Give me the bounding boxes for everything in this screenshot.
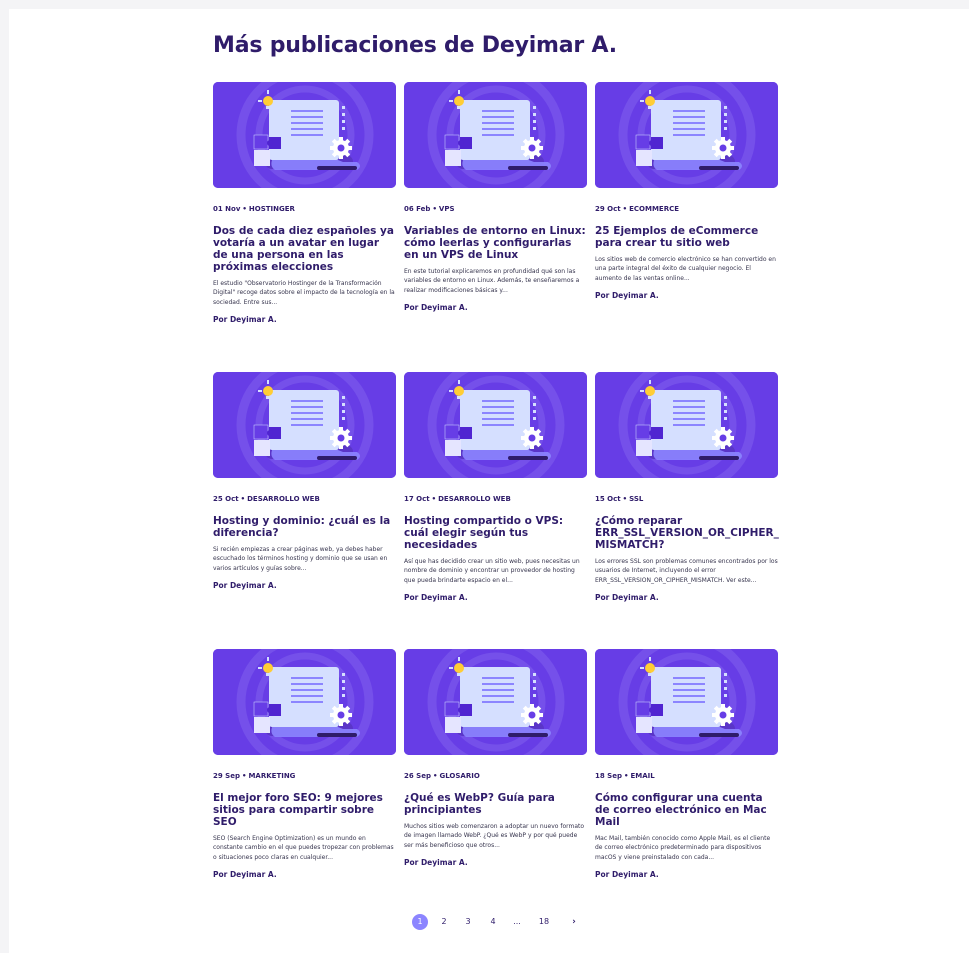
post-excerpt: Los sitios web de comercio electrónico s… <box>595 256 776 282</box>
post-meta: 29 Oct • ECOMMERCE <box>595 205 778 214</box>
post-card[interactable]: 18 Sep • EMAIL Cómo configurar una cuenta d… <box>595 649 778 879</box>
post-thumbnail[interactable] <box>213 372 396 478</box>
post-excerpt: Mac Mail, también conocido como Apple Ma… <box>595 835 771 861</box>
meta-separator: • <box>623 772 629 780</box>
post-category[interactable]: GLOSARIO <box>439 772 479 780</box>
post-author[interactable]: Por Deyimar A. <box>595 291 778 300</box>
post-author[interactable]: Por Deyimar A. <box>404 858 587 867</box>
post-illustration <box>213 82 396 188</box>
post-card[interactable]: 26 Sep • GLOSARIO ¿Qué es WebP? Guía para p… <box>404 649 587 867</box>
page-1-button[interactable]: 1 <box>412 914 428 930</box>
section-title: Más publicaciones de Deyimar A. <box>213 33 617 58</box>
page-4-button[interactable]: 4 <box>485 914 501 930</box>
post-excerpt: Los errores SSL son problemas comunes en… <box>595 558 778 584</box>
post-category[interactable]: DESARROLLO WEB <box>438 495 511 503</box>
post-excerpt: Así que has decidido crear un sitio web,… <box>404 558 580 584</box>
post-thumbnail[interactable] <box>595 372 778 478</box>
page-18-button[interactable]: 18 <box>534 914 554 930</box>
post-author[interactable]: Por Deyimar A. <box>213 581 396 590</box>
post-date: 06 Feb <box>404 205 431 213</box>
post-title[interactable]: Hosting y dominio: ¿cuál es la diferenci… <box>213 515 396 539</box>
post-author[interactable]: Por Deyimar A. <box>404 593 587 602</box>
meta-separator: • <box>622 205 628 213</box>
post-meta: 15 Oct • SSL <box>595 495 778 504</box>
post-meta: 18 Sep • EMAIL <box>595 772 778 781</box>
post-excerpt: SEO (Search Engine Optimization) es un m… <box>213 835 394 861</box>
post-meta: 26 Sep • GLOSARIO <box>404 772 587 781</box>
meta-separator: • <box>432 205 437 213</box>
post-thumbnail[interactable] <box>595 649 778 755</box>
post-meta: 06 Feb • VPS <box>404 205 587 214</box>
post-author[interactable]: Por Deyimar A. <box>595 593 778 602</box>
page-2-button[interactable]: 2 <box>436 914 452 930</box>
post-thumbnail[interactable] <box>404 649 587 755</box>
meta-separator: • <box>431 495 437 503</box>
post-card[interactable]: 15 Oct • SSL ¿Cómo reparar ERR_SSL_VERSION_… <box>595 372 779 602</box>
meta-separator: • <box>241 772 247 780</box>
post-title[interactable]: ¿Qué es WebP? Guía para principiantes <box>404 792 587 816</box>
post-date: 17 Oct <box>404 495 430 503</box>
post-thumbnail[interactable] <box>595 82 778 188</box>
post-date: 29 Sep <box>213 772 240 780</box>
post-date: 25 Oct <box>213 495 239 503</box>
post-category[interactable]: VPS <box>439 205 455 213</box>
post-date: 26 Sep <box>404 772 431 780</box>
post-category[interactable]: HOSTINGER <box>249 205 295 213</box>
meta-separator: • <box>240 495 246 503</box>
post-category[interactable]: ECOMMERCE <box>629 205 679 213</box>
post-illustration <box>404 372 587 478</box>
post-title[interactable]: Cómo configurar una cuenta de correo ele… <box>595 792 778 828</box>
meta-separator: • <box>242 205 247 213</box>
meta-separator: • <box>622 495 628 503</box>
post-thumbnail[interactable] <box>404 372 587 478</box>
post-date: 29 Oct <box>595 205 621 213</box>
post-excerpt: Muchos sitios web comenzaron a adoptar u… <box>404 823 585 849</box>
page-3-button[interactable]: 3 <box>460 914 476 930</box>
pagination-ellipsis: ... <box>513 917 521 926</box>
post-excerpt: En este tutorial explicaremos en profund… <box>404 268 580 294</box>
post-title[interactable]: Hosting compartido o VPS: cuál elegir se… <box>404 515 587 551</box>
post-title[interactable]: Dos de cada diez españoles ya votaría a … <box>213 225 396 273</box>
post-card[interactable]: 25 Oct • DESARROLLO WEB Hosting y dominio: … <box>213 372 396 590</box>
post-illustration <box>595 649 778 755</box>
post-excerpt: Si recién empiezas a crear páginas web, … <box>213 546 388 572</box>
post-card[interactable]: 29 Sep • MARKETING El mejor foro SEO: 9 mej… <box>213 649 396 879</box>
post-illustration <box>404 82 587 188</box>
post-meta: 17 Oct • DESARROLLO WEB <box>404 495 587 504</box>
post-category[interactable]: DESARROLLO WEB <box>247 495 320 503</box>
post-thumbnail[interactable] <box>404 82 587 188</box>
post-author[interactable]: Por Deyimar A. <box>404 303 587 312</box>
post-card[interactable]: 29 Oct • ECOMMERCE 25 Ejemplos de eCommerce… <box>595 82 778 300</box>
post-excerpt: El estudio "Observatorio Hostinger de la… <box>213 280 395 306</box>
page: Más publicaciones de Deyimar A. 01 Nov •… <box>9 9 969 953</box>
post-category[interactable]: MARKETING <box>248 772 295 780</box>
post-illustration <box>213 372 396 478</box>
post-illustration <box>595 372 778 478</box>
post-author[interactable]: Por Deyimar A. <box>213 315 396 324</box>
post-meta: 01 Nov • HOSTINGER <box>213 205 396 214</box>
post-title[interactable]: Variables de entorno en Linux: cómo leer… <box>404 225 587 261</box>
chevron-right-icon[interactable]: › <box>566 914 582 930</box>
post-date: 01 Nov <box>213 205 241 213</box>
post-meta: 29 Sep • MARKETING <box>213 772 396 781</box>
meta-separator: • <box>432 772 438 780</box>
post-card[interactable]: 01 Nov • HOSTINGER Dos de cada diez español… <box>213 82 396 324</box>
post-card[interactable]: 06 Feb • VPS Variables de entorno en Linux:… <box>404 82 587 312</box>
post-illustration <box>595 82 778 188</box>
post-date: 15 Oct <box>595 495 621 503</box>
post-category[interactable]: EMAIL <box>630 772 654 780</box>
post-illustration <box>213 649 396 755</box>
post-thumbnail[interactable] <box>213 649 396 755</box>
post-illustration <box>404 649 587 755</box>
post-author[interactable]: Por Deyimar A. <box>213 870 396 879</box>
post-title[interactable]: El mejor foro SEO: 9 mejores sitios para… <box>213 792 396 828</box>
post-thumbnail[interactable] <box>213 82 396 188</box>
post-meta: 25 Oct • DESARROLLO WEB <box>213 495 396 504</box>
post-category[interactable]: SSL <box>629 495 643 503</box>
post-author[interactable]: Por Deyimar A. <box>595 870 778 879</box>
post-card[interactable]: 17 Oct • DESARROLLO WEB Hosting compartido … <box>404 372 587 602</box>
post-title[interactable]: 25 Ejemplos de eCommerce para crear tu s… <box>595 225 778 249</box>
post-date: 18 Sep <box>595 772 622 780</box>
post-title[interactable]: ¿Cómo reparar ERR_SSL_VERSION_OR_CIPHER_… <box>595 515 779 551</box>
